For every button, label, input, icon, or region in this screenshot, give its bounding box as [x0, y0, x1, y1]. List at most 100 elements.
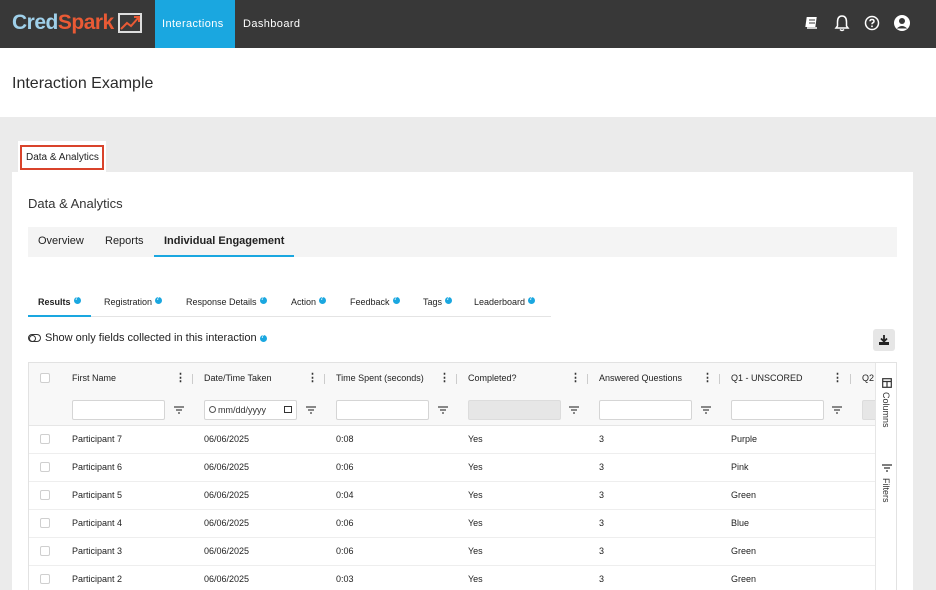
info-icon[interactable] [528, 295, 536, 304]
nav-tab-interactions[interactable]: Interactions [155, 0, 235, 48]
subtab-overview[interactable]: Overview [28, 227, 94, 257]
table-row[interactable]: Participant 7 06/06/2025 0:08 Yes 3 Purp… [29, 426, 896, 454]
column-divider[interactable] [324, 374, 325, 384]
column-divider[interactable] [192, 374, 193, 384]
cell-q1: Pink [731, 462, 749, 472]
subtab-reports[interactable]: Reports [95, 227, 154, 257]
filter-icon[interactable] [832, 404, 842, 416]
cell-q1: Green [731, 546, 757, 556]
section-tab-label: Registration [104, 297, 153, 307]
table-row[interactable]: Participant 5 06/06/2025 0:04 Yes 3 Gree… [29, 482, 896, 510]
filter-input-q1[interactable] [731, 400, 824, 420]
row-checkbox[interactable] [40, 546, 50, 556]
columns-panel-toggle[interactable]: Columns [876, 373, 896, 433]
section-tab-feedback[interactable]: Feedback [340, 288, 410, 317]
filter-icon[interactable] [701, 404, 711, 416]
toggle-switch-icon[interactable] [28, 334, 41, 342]
filter-input-time-spent[interactable] [336, 400, 429, 420]
filter-input-answered-questions[interactable] [599, 400, 692, 420]
column-divider[interactable] [456, 374, 457, 384]
row-checkbox[interactable] [40, 462, 50, 472]
column-header-completed[interactable]: Completed? [468, 363, 517, 394]
column-header-answered-questions[interactable]: Answered Questions [599, 363, 682, 394]
column-menu-icon[interactable]: ⋮ [175, 363, 186, 394]
logo-cred: Cred [12, 11, 58, 34]
section-tab-label: Leaderboard [474, 297, 526, 307]
top-nav: CredSpark Interactions Dashboard [0, 0, 936, 48]
book-icon[interactable] [802, 12, 822, 34]
table-row[interactable]: Participant 3 06/06/2025 0:06 Yes 3 Gree… [29, 538, 896, 566]
cell-first-name: Participant 5 [72, 490, 123, 500]
user-icon[interactable] [892, 12, 912, 34]
cell-first-name: Participant 4 [72, 518, 123, 528]
section-tab-tags[interactable]: Tags [413, 288, 462, 317]
analytics-card: Data & Analytics Overview Reports Indivi… [12, 172, 913, 590]
cell-date-taken: 06/06/2025 [204, 518, 250, 528]
info-icon[interactable] [445, 295, 453, 304]
filter-icon[interactable] [306, 404, 316, 416]
filter-icon[interactable] [569, 404, 579, 416]
cell-first-name: Participant 2 [72, 574, 123, 584]
filter-input-date[interactable]: mm/dd/yyyy [204, 400, 297, 420]
column-menu-icon[interactable]: ⋮ [439, 363, 450, 394]
grid-header-row: First Name ⋮ Date/Time Taken ⋮ Time Spen… [29, 363, 896, 394]
help-icon[interactable] [862, 12, 882, 34]
column-menu-icon[interactable]: ⋮ [832, 363, 843, 394]
subtab-individual-engagement[interactable]: Individual Engagement [154, 227, 295, 257]
subtab-bar: Overview Reports Individual Engagement [28, 227, 897, 257]
download-button[interactable] [873, 329, 895, 351]
section-tab-action[interactable]: Action [281, 288, 336, 317]
column-menu-icon[interactable]: ⋮ [702, 363, 713, 394]
tab-data-analytics-label: Data & Analytics [20, 145, 104, 170]
info-icon[interactable] [259, 295, 267, 304]
info-icon[interactable] [259, 333, 267, 342]
cell-answered-questions: 3 [599, 574, 605, 584]
select-all-checkbox[interactable] [40, 373, 50, 383]
section-tab-leaderboard[interactable]: Leaderboard [464, 288, 545, 317]
toggle-label: Show only fields collected in this inter… [45, 332, 257, 344]
credspark-logo[interactable]: CredSpark [12, 10, 142, 36]
cell-completed: Yes [468, 518, 483, 528]
nav-tab-dashboard[interactable]: Dashboard [236, 0, 307, 48]
calendar-icon[interactable] [284, 406, 292, 413]
tab-data-analytics[interactable]: Data & Analytics [18, 141, 106, 172]
cell-answered-questions: 3 [599, 490, 605, 500]
column-header-time-spent[interactable]: Time Spent (seconds) [336, 363, 424, 394]
info-icon[interactable] [155, 295, 163, 304]
cell-q1: Green [731, 574, 757, 584]
filter-select-completed[interactable] [468, 400, 561, 420]
filter-input-first-name[interactable] [72, 400, 165, 420]
column-header-q1-unscored[interactable]: Q1 - UNSCORED [731, 363, 803, 394]
column-header-date-time-taken[interactable]: Date/Time Taken [204, 363, 272, 394]
table-row[interactable]: Participant 4 06/06/2025 0:06 Yes 3 Blue [29, 510, 896, 538]
filters-panel-toggle[interactable]: Filters [876, 459, 896, 509]
column-divider[interactable] [719, 374, 720, 384]
column-header-q2[interactable]: Q2 [862, 363, 875, 394]
bell-icon[interactable] [832, 12, 852, 34]
filter-icon[interactable] [438, 404, 448, 416]
cell-time-spent: 0:03 [336, 574, 354, 584]
row-checkbox[interactable] [40, 434, 50, 444]
column-menu-icon[interactable]: ⋮ [307, 363, 318, 394]
row-checkbox[interactable] [40, 574, 50, 584]
column-header-first-name[interactable]: First Name [72, 363, 116, 394]
cell-date-taken: 06/06/2025 [204, 490, 250, 500]
info-icon[interactable] [392, 295, 400, 304]
cell-answered-questions: 3 [599, 546, 605, 556]
section-tab-registration[interactable]: Registration [94, 288, 172, 317]
column-menu-icon[interactable]: ⋮ [570, 363, 581, 394]
cell-answered-questions: 3 [599, 518, 605, 528]
cell-first-name: Participant 7 [72, 434, 123, 444]
row-checkbox[interactable] [40, 518, 50, 528]
filter-icon[interactable] [174, 404, 184, 416]
table-row[interactable]: Participant 6 06/06/2025 0:06 Yes 3 Pink [29, 454, 896, 482]
section-tab-results[interactable]: Results [28, 288, 91, 317]
section-tab-response-details[interactable]: Response Details [176, 288, 277, 317]
column-divider[interactable] [587, 374, 588, 384]
row-checkbox[interactable] [40, 490, 50, 500]
section-tab-label: Feedback [350, 297, 390, 307]
info-icon[interactable] [319, 295, 327, 304]
info-icon[interactable] [73, 295, 81, 304]
column-divider[interactable] [850, 374, 851, 384]
table-row[interactable]: Participant 2 06/06/2025 0:03 Yes 3 Gree… [29, 566, 896, 590]
